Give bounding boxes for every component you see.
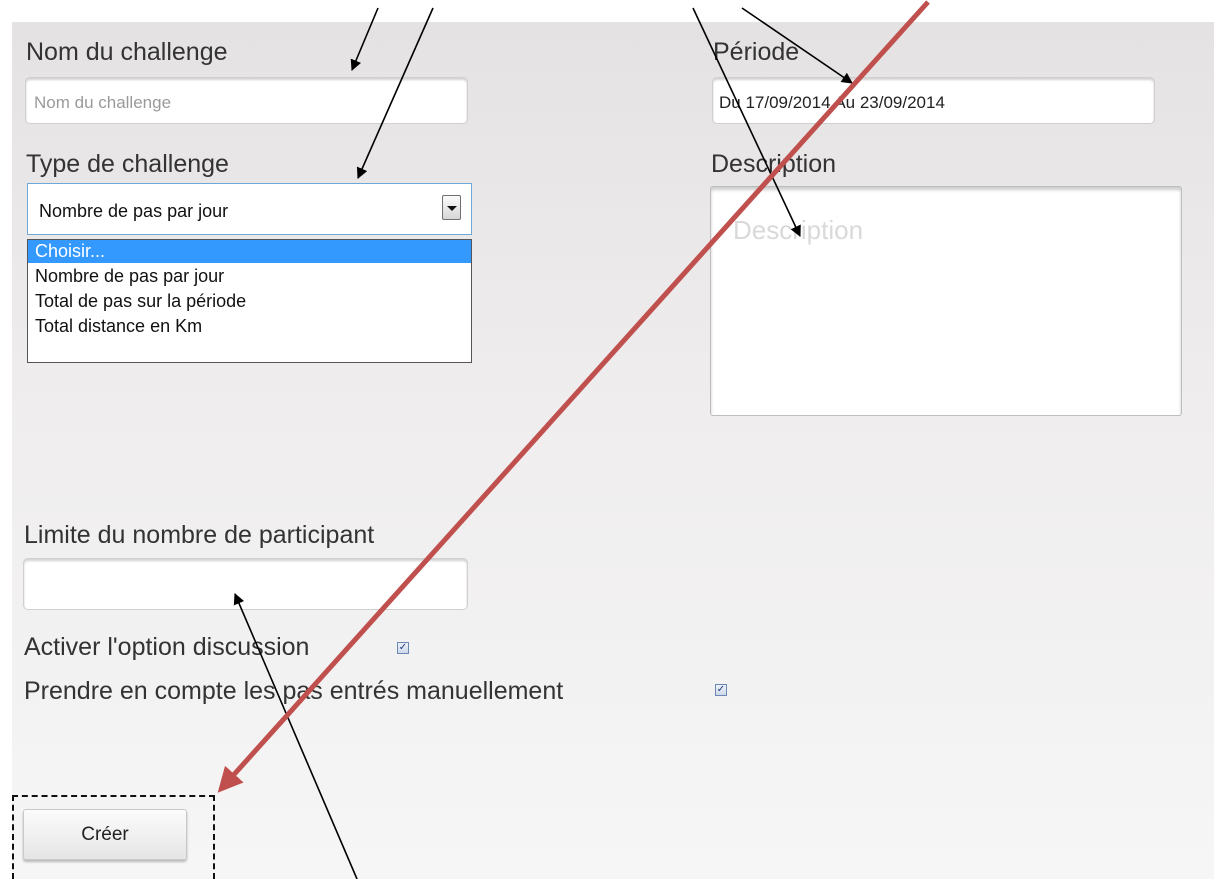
type-option-steps-per-day[interactable]: Nombre de pas par jour bbox=[28, 265, 471, 288]
name-placeholder: Nom du challenge bbox=[34, 93, 172, 112]
limit-label: Limite du nombre de participant bbox=[24, 521, 375, 549]
discussion-checkbox[interactable]: ✓ bbox=[397, 642, 409, 654]
form-screenshot: Nom du challenge Nom du challenge Périod… bbox=[0, 0, 1214, 879]
checkmark-icon: ✓ bbox=[398, 642, 408, 653]
type-select[interactable]: Nombre de pas par jour bbox=[27, 183, 472, 235]
name-input[interactable]: Nom du challenge bbox=[25, 77, 468, 124]
type-selected-value: Nombre de pas par jour bbox=[39, 201, 229, 221]
manual-steps-label: Prendre en compte les pas entrés manuell… bbox=[24, 677, 564, 705]
chevron-down-icon[interactable] bbox=[442, 195, 461, 220]
period-label: Période bbox=[713, 38, 800, 66]
create-button[interactable]: Créer bbox=[23, 809, 187, 860]
name-label: Nom du challenge bbox=[26, 38, 228, 66]
description-placeholder: Description bbox=[733, 215, 864, 245]
description-label: Description bbox=[711, 150, 837, 178]
period-value: Du 17/09/2014 Au 23/09/2014 bbox=[719, 93, 945, 112]
checkmark-icon: ✓ bbox=[716, 684, 726, 695]
type-label: Type de challenge bbox=[26, 150, 229, 178]
type-option-total-distance[interactable]: Total distance en Km bbox=[28, 315, 471, 338]
description-textarea[interactable]: Description bbox=[710, 186, 1182, 416]
period-input[interactable]: Du 17/09/2014 Au 23/09/2014 bbox=[712, 77, 1155, 124]
type-option-choose[interactable]: Choisir... bbox=[28, 240, 471, 263]
discussion-label: Activer l'option discussion bbox=[24, 633, 310, 661]
type-option-total-steps[interactable]: Total de pas sur la période bbox=[28, 290, 471, 313]
limit-input[interactable] bbox=[23, 558, 468, 610]
type-dropdown-list: Choisir... Nombre de pas par jour Total … bbox=[27, 239, 472, 363]
manual-steps-checkbox[interactable]: ✓ bbox=[715, 684, 727, 696]
